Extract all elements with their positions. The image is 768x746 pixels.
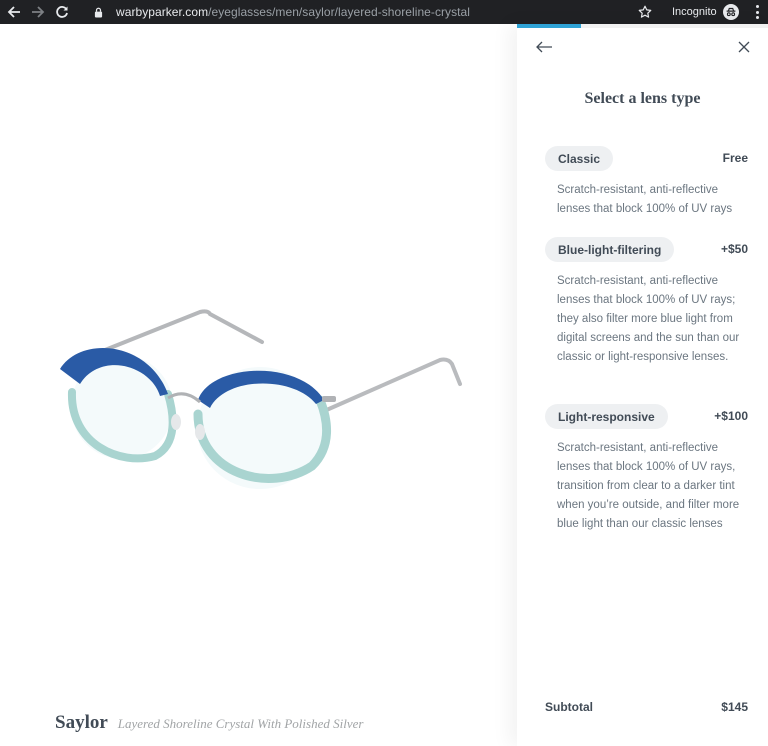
incognito-indicator[interactable]: Incognito bbox=[672, 3, 739, 21]
panel-title: Select a lens type bbox=[584, 90, 701, 107]
eyeglasses-image bbox=[60, 309, 462, 489]
url-text: warbyparker.com/eyeglasses/men/saylor/la… bbox=[116, 5, 470, 19]
progress-bar bbox=[517, 24, 768, 28]
product-caption: Saylor Layered Shoreline Crystal With Po… bbox=[55, 712, 363, 734]
close-icon[interactable] bbox=[737, 40, 751, 54]
kebab-menu-icon[interactable] bbox=[754, 5, 760, 19]
lock-icon bbox=[92, 6, 104, 18]
browser-toolbar: warbyparker.com/eyeglasses/men/saylor/la… bbox=[0, 0, 768, 24]
lens-option-description: Scratch-resistant, anti-reflective lense… bbox=[557, 184, 733, 215]
product-name: Saylor bbox=[55, 712, 108, 733]
product-variant: Layered Shoreline Crystal With Polished … bbox=[117, 716, 364, 731]
lens-option-label: Light-responsive bbox=[545, 404, 668, 429]
lens-option-label: Blue-light-filtering bbox=[545, 237, 675, 262]
lens-option-description: Scratch-resistant, anti-reflective lense… bbox=[557, 275, 740, 363]
lens-option-price: +$100 bbox=[714, 409, 748, 423]
product-stage: Saylor Layered Shoreline Crystal With Po… bbox=[0, 24, 517, 746]
lens-option-label: Classic bbox=[545, 146, 614, 171]
star-icon[interactable] bbox=[638, 5, 652, 19]
lens-option-light-responsive[interactable]: Light-responsive +$100 Scratch-resistant… bbox=[545, 404, 748, 534]
url-host: warbyparker.com bbox=[116, 5, 209, 19]
lens-option-price: +$50 bbox=[720, 242, 748, 256]
back-arrow-icon[interactable] bbox=[534, 39, 554, 55]
subtotal-value: $145 bbox=[721, 700, 748, 714]
address-bar[interactable]: warbyparker.com/eyeglasses/men/saylor/la… bbox=[84, 2, 662, 22]
reload-icon[interactable] bbox=[52, 2, 72, 22]
forward-arrow-icon[interactable] bbox=[28, 2, 48, 22]
incognito-icon bbox=[722, 4, 739, 20]
lens-option-price: Free bbox=[722, 151, 748, 165]
lens-option-classic[interactable]: Classic Free Scratch-resistant, anti-ref… bbox=[545, 146, 748, 219]
incognito-label: Incognito bbox=[672, 6, 717, 18]
lens-selection-panel: Select a lens type Classic Free Scratch-… bbox=[517, 24, 768, 746]
url-path: /eyeglasses/men/saylor/layered-shoreline… bbox=[208, 5, 470, 19]
lens-option-blue-light-filtering[interactable]: Blue-light-filtering +$50 Scratch-resist… bbox=[545, 237, 748, 367]
subtotal-row: Subtotal $145 bbox=[545, 698, 748, 716]
subtotal-label: Subtotal bbox=[545, 700, 593, 714]
back-arrow-icon[interactable] bbox=[4, 2, 24, 22]
progress-fill bbox=[517, 24, 581, 28]
lens-option-description: Scratch-resistant, anti-reflective lense… bbox=[557, 442, 740, 530]
